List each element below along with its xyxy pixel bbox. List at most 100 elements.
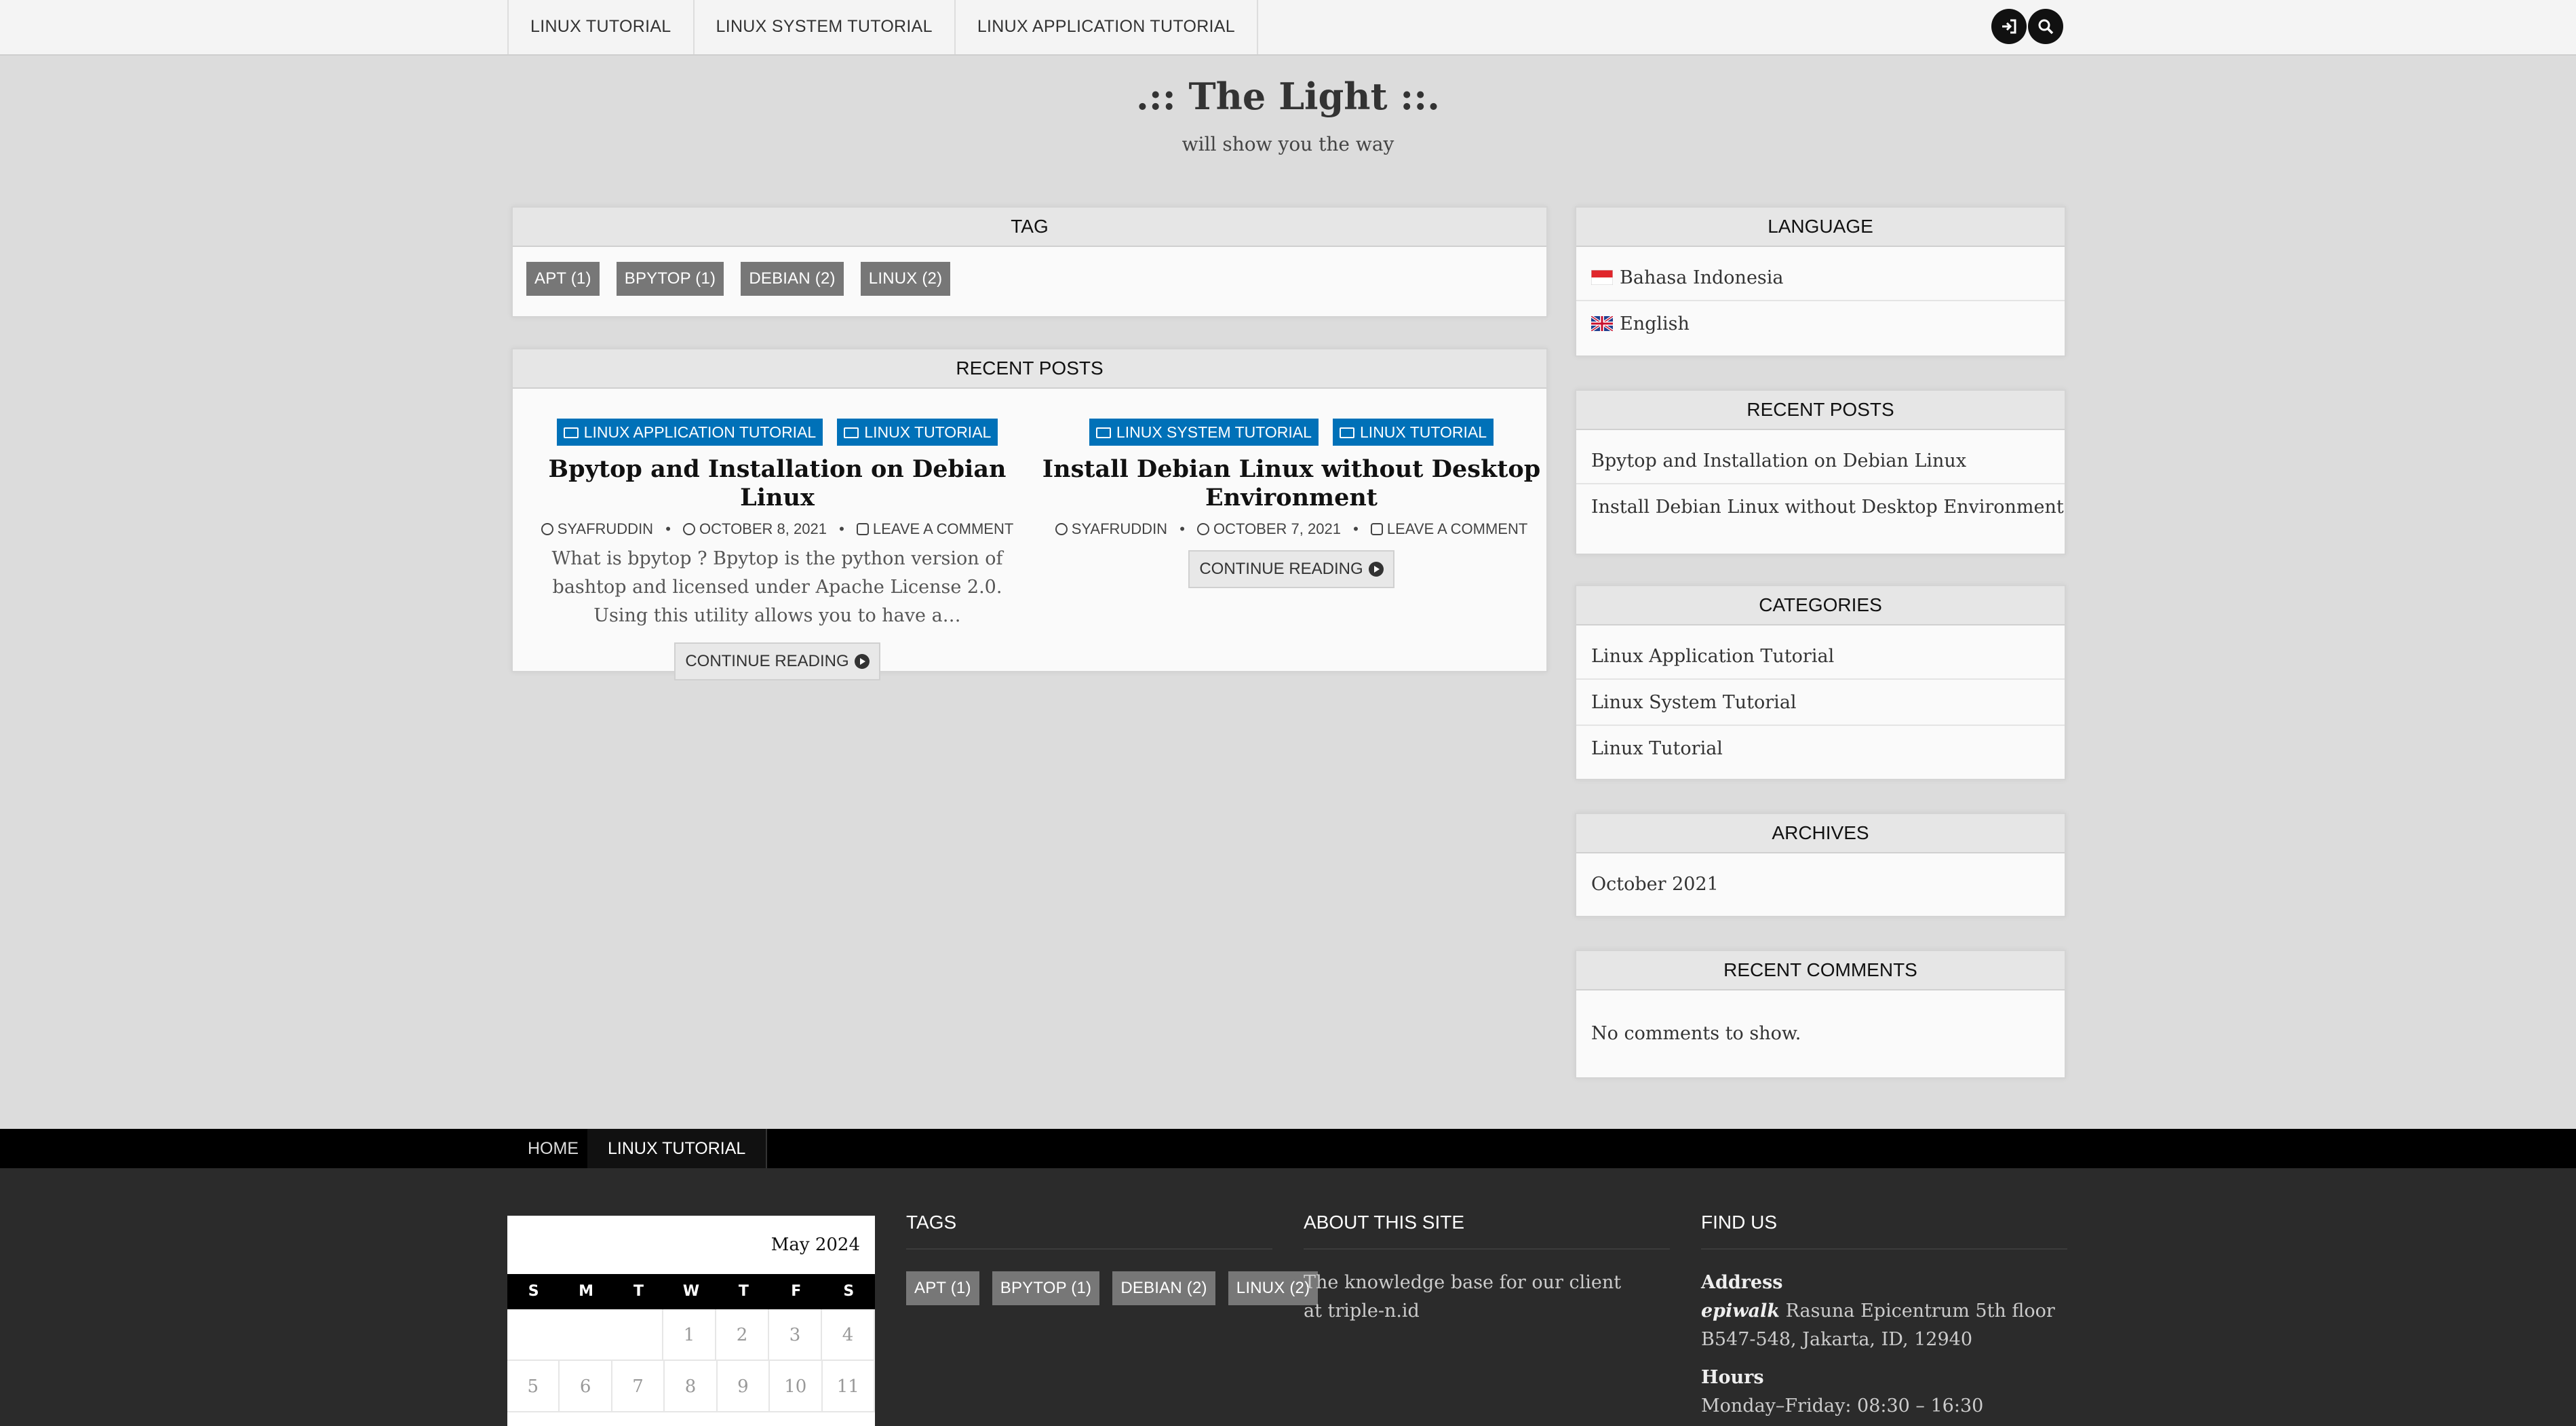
meta-separator: • <box>839 520 844 537</box>
category-link-application[interactable]: Linux Application Tutorial <box>1576 634 2065 680</box>
category-label: LINUX TUTORIAL <box>1360 423 1487 441</box>
post-date[interactable]: OCTOBER 7, 2021 <box>1213 520 1341 537</box>
site-tagline: will show you the way <box>1182 133 1394 155</box>
category-link-linux[interactable]: Linux Tutorial <box>1576 726 2065 772</box>
category-badge[interactable]: LINUX APPLICATION TUTORIAL <box>556 419 823 446</box>
continue-reading-label: CONTINUE READING <box>685 652 849 670</box>
calendar-day: 6 <box>560 1361 612 1411</box>
post-title[interactable]: Install Debian Linux without Desktop Env… <box>1040 455 1542 512</box>
post-meta: SYAFRUDDIN • OCTOBER 8, 2021 • LEAVE A C… <box>526 520 1028 538</box>
calendar-caption: May 2024 <box>770 1235 860 1255</box>
calendar-empty-cell <box>507 1309 663 1360</box>
recent-comments-widget: RECENT COMMENTS No comments to show. <box>1575 950 2066 1079</box>
indonesia-flag-icon <box>1591 270 1613 285</box>
weekday-label: T <box>738 1283 749 1300</box>
post-author[interactable]: SYAFRUDDIN <box>1072 520 1167 537</box>
post-author[interactable]: SYAFRUDDIN <box>558 520 653 537</box>
calendar-day: 2 <box>716 1309 769 1360</box>
calendar-day: 11 <box>823 1361 875 1411</box>
category-label: LINUX SYSTEM TUTORIAL <box>1116 423 1312 441</box>
tag-widget-title: TAG <box>513 208 1546 247</box>
continue-reading-label: CONTINUE READING <box>1199 560 1363 578</box>
footer-nav-home[interactable]: HOME <box>507 1129 600 1168</box>
calendar-week: 5 6 7 8 9 10 11 <box>507 1361 875 1412</box>
category-badge[interactable]: LINUX TUTORIAL <box>837 419 998 446</box>
tag-apt[interactable]: APT (1) <box>526 262 600 296</box>
hours-line: Monday–Friday: 08:30 – 16:30 <box>1701 1395 1984 1417</box>
language-label: English <box>1620 313 1690 334</box>
calendar-widget: May 2024 S M T W T F S 1 2 3 4 5 6 7 8 9… <box>507 1216 875 1426</box>
uk-flag-icon <box>1591 316 1613 331</box>
folder-icon <box>844 427 859 438</box>
calendar-weekdays: S M T W T F S <box>507 1274 875 1309</box>
arrow-circle-icon <box>1368 562 1384 577</box>
weekday-label: F <box>791 1283 802 1300</box>
calendar-day: 1 <box>663 1309 716 1360</box>
user-icon <box>541 523 553 535</box>
footer-tag-bpytop[interactable]: BPYTOP (1) <box>992 1271 1100 1305</box>
search-button[interactable] <box>2028 9 2063 44</box>
calendar-day: 7 <box>612 1361 665 1411</box>
language-label: Bahasa Indonesia <box>1620 267 1784 288</box>
post-date[interactable]: OCTOBER 8, 2021 <box>699 520 827 537</box>
site-title[interactable]: .:: The Light ::. <box>0 75 2576 118</box>
arrow-circle-icon <box>854 654 870 669</box>
footer-tag-apt[interactable]: APT (1) <box>906 1271 979 1305</box>
post-categories: LINUX SYSTEM TUTORIAL LINUX TUTORIAL <box>1040 419 1542 446</box>
category-link-system[interactable]: Linux System Tutorial <box>1576 680 2065 726</box>
post-categories: LINUX APPLICATION TUTORIAL LINUX TUTORIA… <box>526 419 1028 446</box>
footer-find-us-text: Address epiwalk Rasuna Epicentrum 5th fl… <box>1701 1269 2081 1421</box>
recent-comments-title: RECENT COMMENTS <box>1576 951 2065 990</box>
top-navigation-bar: LINUX TUTORIAL LINUX SYSTEM TUTORIAL LIN… <box>0 0 2576 56</box>
footer-tags-title: TAGS <box>906 1212 1272 1250</box>
language-widget: LANGUAGE Bahasa Indonesia English <box>1575 206 2066 357</box>
continue-reading-button[interactable]: CONTINUE READING <box>1188 550 1394 588</box>
calendar-day: 8 <box>665 1361 718 1411</box>
address-label: Address <box>1701 1272 1783 1293</box>
post-card: LINUX SYSTEM TUTORIAL LINUX TUTORIAL Ins… <box>1040 419 1542 588</box>
language-item-indonesian[interactable]: Bahasa Indonesia <box>1576 255 2065 301</box>
calendar-day: 10 <box>770 1361 823 1411</box>
footer-about-text: The knowledge base for our client at tri… <box>1304 1269 1670 1326</box>
post-excerpt: What is bpytop ? Bpytop is the python ve… <box>551 548 1003 626</box>
language-item-english[interactable]: English <box>1576 301 2065 347</box>
calendar-day: 9 <box>718 1361 770 1411</box>
meta-separator: • <box>665 520 671 537</box>
login-button[interactable] <box>1991 9 2027 44</box>
continue-reading-button[interactable]: CONTINUE READING <box>674 642 880 680</box>
clock-icon <box>1197 523 1210 535</box>
sidebar-recent-post-link[interactable]: Bpytop and Installation on Debian Linux <box>1576 438 2065 484</box>
about-line: at triple-n.id <box>1304 1300 1420 1322</box>
sign-in-icon <box>2002 19 2016 34</box>
category-badge[interactable]: LINUX SYSTEM TUTORIAL <box>1089 419 1319 446</box>
footer-nav-linux-tutorial[interactable]: LINUX TUTORIAL <box>587 1129 768 1168</box>
sidebar-recent-post-link[interactable]: Install Debian Linux without Desktop Env… <box>1576 484 2065 531</box>
footer-tag-debian[interactable]: DEBIAN (2) <box>1112 1271 1215 1305</box>
address-line: Rasuna Epicentrum 5th floor <box>1780 1300 2055 1322</box>
tag-linux[interactable]: LINUX (2) <box>860 262 951 296</box>
address-line: B547-548, Jakarta, ID, 12940 <box>1701 1329 1973 1350</box>
category-badge[interactable]: LINUX TUTORIAL <box>1333 419 1494 446</box>
tag-bpytop[interactable]: BPYTOP (1) <box>616 262 724 296</box>
archives-title: ARCHIVES <box>1576 814 2065 853</box>
weekday-label: S <box>843 1283 855 1300</box>
footer-find-us-title: FIND US <box>1701 1212 2067 1250</box>
archives-widget: ARCHIVES October 2021 <box>1575 813 2066 917</box>
language-widget-title: LANGUAGE <box>1576 208 2065 247</box>
footer-navigation: HOME LINUX TUTORIAL <box>0 1129 2576 1168</box>
calendar-week: 1 2 3 4 <box>507 1309 875 1361</box>
calendar-day: 3 <box>769 1309 822 1360</box>
post-card: LINUX APPLICATION TUTORIAL LINUX TUTORIA… <box>526 419 1028 680</box>
top-menu-item-linux-tutorial[interactable]: LINUX TUTORIAL <box>507 0 693 54</box>
about-line: The knowledge base for our client <box>1304 1272 1622 1293</box>
post-title[interactable]: Bpytop and Installation on Debian Linux <box>526 455 1028 512</box>
top-menu-item-linux-system-tutorial[interactable]: LINUX SYSTEM TUTORIAL <box>692 0 954 54</box>
archive-link[interactable]: October 2021 <box>1576 862 2065 908</box>
top-menu-item-linux-application-tutorial[interactable]: LINUX APPLICATION TUTORIAL <box>954 0 1258 54</box>
categories-title: CATEGORIES <box>1576 586 2065 625</box>
post-comment-link[interactable]: LEAVE A COMMENT <box>873 520 1013 537</box>
address-name: epiwalk <box>1701 1300 1780 1322</box>
tag-debian[interactable]: DEBIAN (2) <box>741 262 844 296</box>
post-comment-link[interactable]: LEAVE A COMMENT <box>1387 520 1527 537</box>
category-label: LINUX TUTORIAL <box>864 423 992 441</box>
